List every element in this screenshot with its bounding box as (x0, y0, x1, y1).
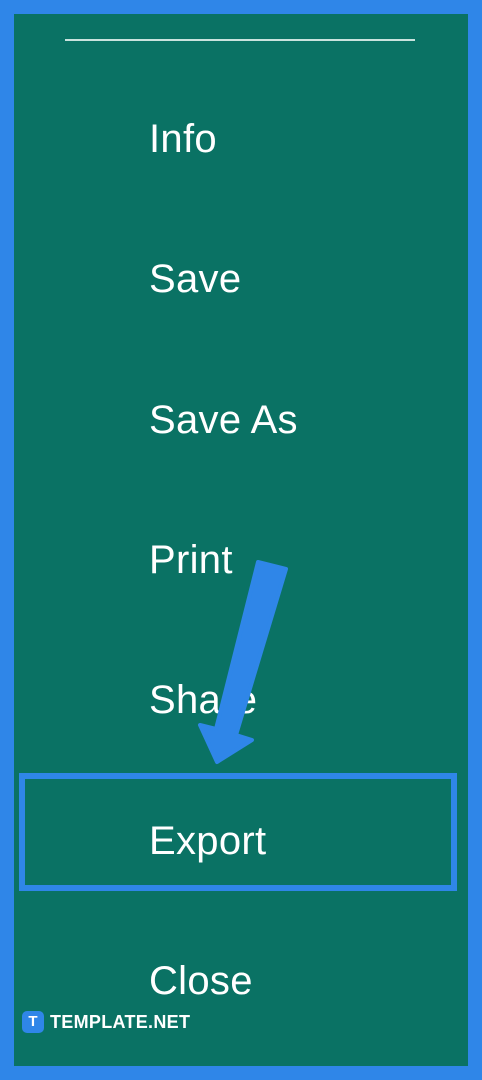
watermark: T TEMPLATE.NET (22, 1009, 190, 1035)
menu-item-label: Print (149, 538, 233, 582)
watermark-text: TEMPLATE.NET (50, 1011, 191, 1032)
menu-item-label: Info (149, 117, 217, 161)
export-highlight-box (19, 773, 457, 891)
menu-item-label: Share (149, 678, 258, 722)
menu-item-info[interactable]: Info (14, 99, 468, 179)
menu-divider (65, 39, 415, 41)
menu-item-label: Save As (149, 398, 298, 442)
template-logo-icon: T (22, 1011, 44, 1033)
menu-item-label: Save (149, 257, 242, 301)
menu-item-save[interactable]: Save (14, 239, 468, 319)
menu-item-print[interactable]: Print (14, 520, 468, 600)
menu-item-label: Close (149, 959, 253, 1003)
menu-item-save-as[interactable]: Save As (14, 380, 468, 460)
backstage-menu-panel: Info Save Save As Print Share Export Clo… (14, 14, 468, 1066)
menu-item-share[interactable]: Share (14, 660, 468, 740)
